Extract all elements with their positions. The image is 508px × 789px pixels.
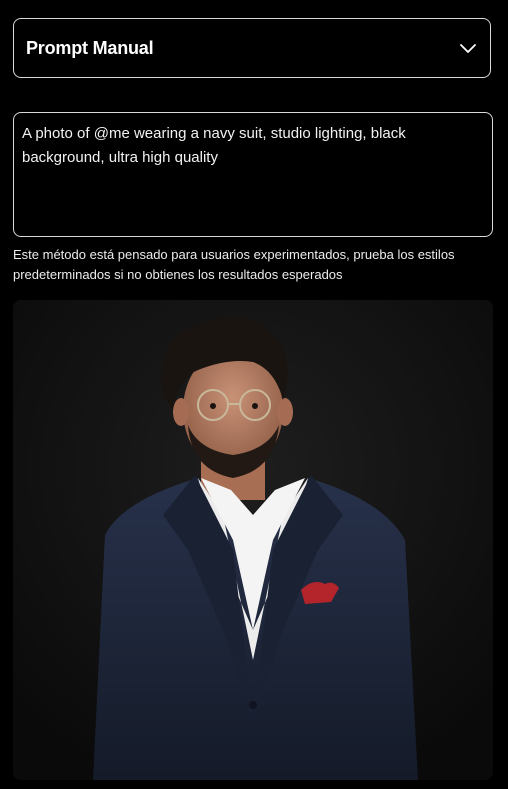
- prompt-textarea-container[interactable]: A photo of @me wearing a navy suit, stud…: [13, 112, 493, 237]
- dropdown-label: Prompt Manual: [26, 37, 154, 58]
- helper-text: Este método está pensado para usuarios e…: [13, 247, 455, 282]
- prompt-textarea[interactable]: A photo of @me wearing a navy suit, stud…: [22, 122, 484, 227]
- chevron-down-icon[interactable]: [458, 38, 478, 58]
- generated-photo: [13, 300, 493, 780]
- prompt-mode-dropdown[interactable]: Prompt Manual: [13, 18, 491, 78]
- portrait-image: [13, 300, 493, 780]
